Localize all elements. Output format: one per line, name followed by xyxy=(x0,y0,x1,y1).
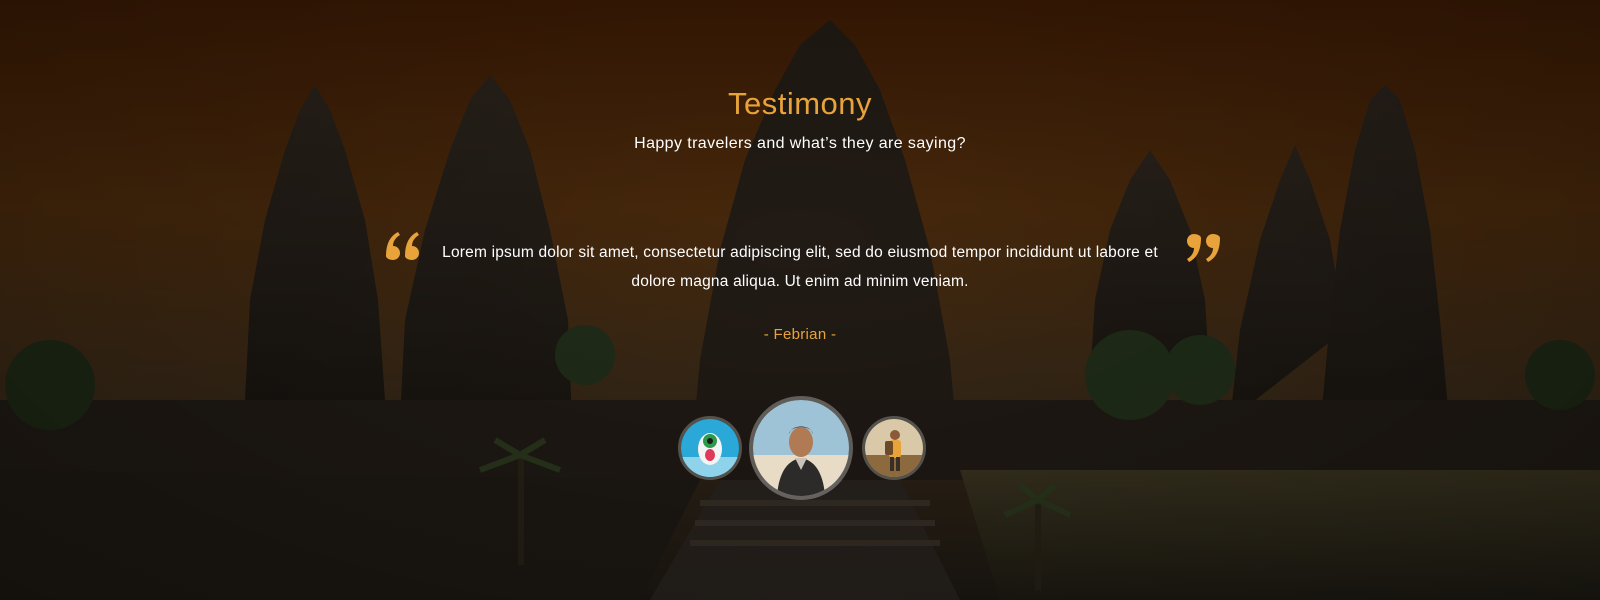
avatar-backpacker[interactable] xyxy=(862,416,926,480)
section-subtitle: Happy travelers and what’s they are sayi… xyxy=(634,135,966,152)
bird-avatar-image xyxy=(681,419,739,477)
avatar-bird[interactable] xyxy=(678,416,742,480)
febrian-avatar-image xyxy=(753,400,849,496)
close-quote-icon xyxy=(1187,234,1220,262)
testimonial-quote: Lorem ipsum dolor sit amet, consectetur … xyxy=(442,244,1158,290)
section-title: Testimony xyxy=(727,86,873,121)
avatar-febrian[interactable] xyxy=(749,396,853,500)
avatar-selector xyxy=(0,394,1600,500)
backpacker-avatar-image xyxy=(865,419,923,477)
testimonial-author: - Febrian - xyxy=(763,326,837,343)
testimony-section: Testimony Happy travelers and what’s the… xyxy=(0,0,1600,600)
open-quote-icon xyxy=(386,232,419,260)
testimony-content: Testimony Happy travelers and what’s the… xyxy=(0,0,1600,600)
